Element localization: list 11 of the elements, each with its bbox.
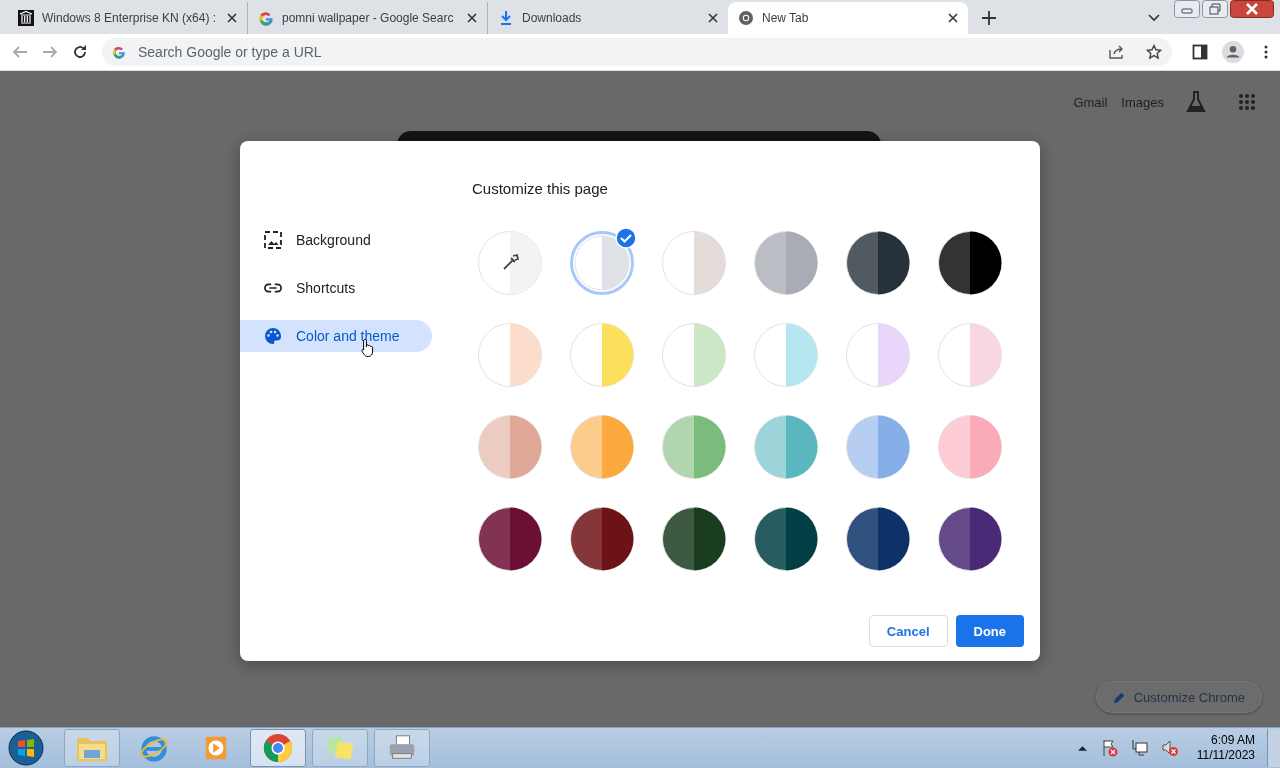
browser-tab[interactable]: Downloads [488,2,728,34]
address-bar[interactable]: Search Google or type a URL [102,38,1172,66]
clock-date: 11/11/2023 [1196,748,1255,763]
menu-item[interactable]: Background [240,224,432,256]
cancel-button[interactable]: Cancel [868,615,948,647]
clock-time: 6:09 AM [1210,733,1255,748]
menu-item[interactable]: Shortcuts [240,272,432,304]
dialog-title: Customize this page [472,180,609,198]
browser-tab[interactable]: New Tab [728,2,968,34]
done-button[interactable]: Done [955,615,1024,647]
menu-item[interactable]: Color and theme [240,320,432,352]
